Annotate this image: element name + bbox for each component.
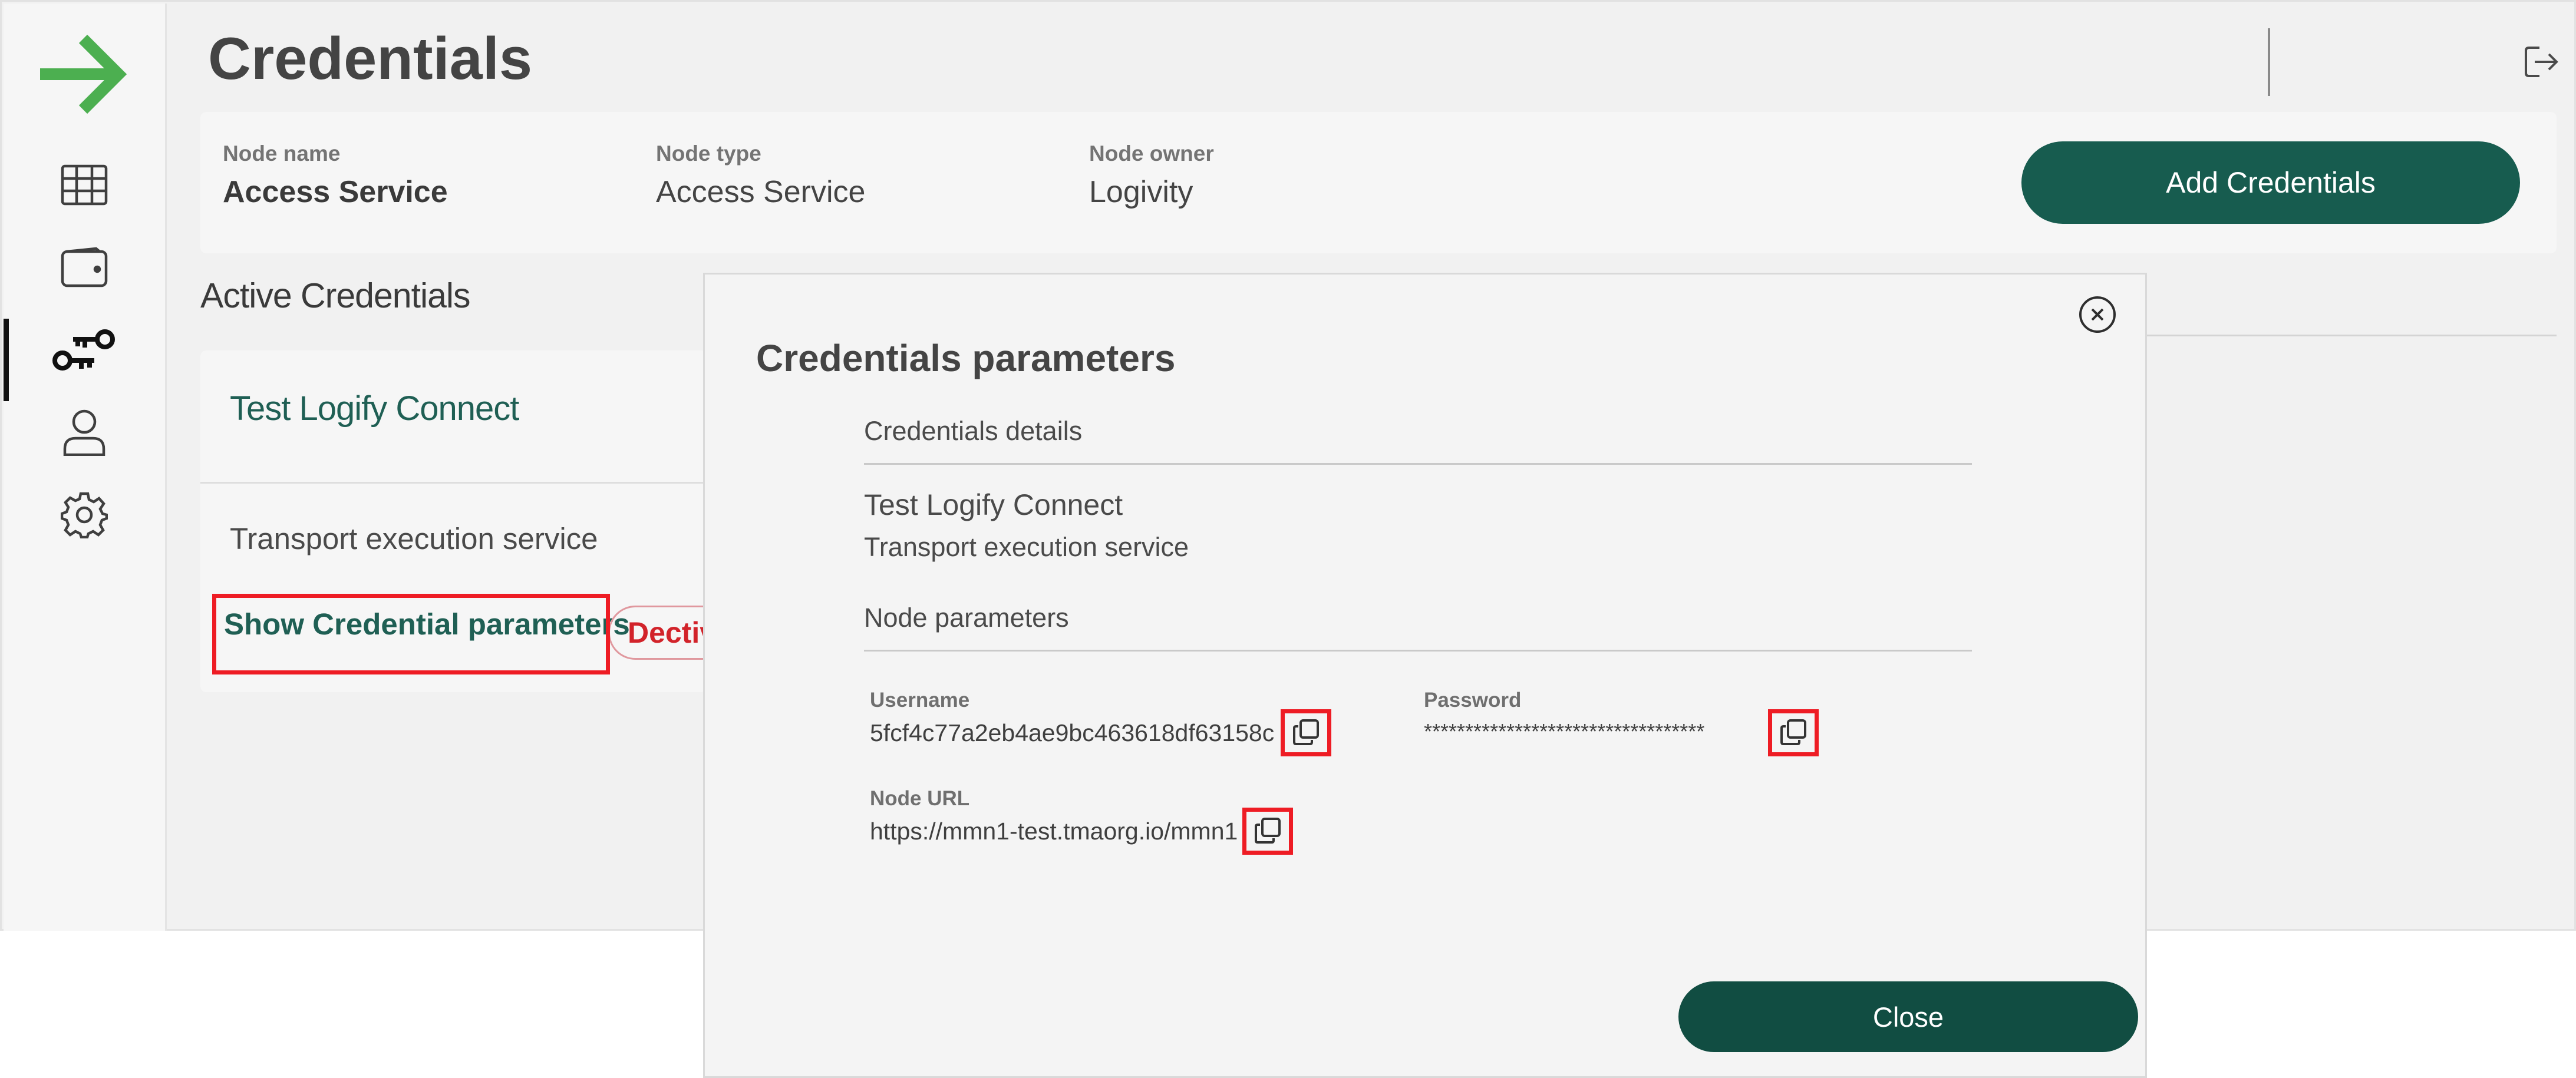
page-title: Credentials [208,26,533,92]
user-icon [62,409,106,459]
sidebar-item-wallet[interactable] [4,236,165,301]
copy-icon [1292,719,1320,748]
node-params-divider [864,650,1972,652]
section-divider [2123,335,2557,336]
node-owner-group: Node owner Logivity [1089,141,1214,210]
node-name-label: Node name [223,141,341,166]
node-type-group: Node type Access Service [656,141,865,210]
add-credentials-button[interactable]: Add Credentials [2021,141,2520,224]
details-divider [864,463,1972,465]
node-owner-value: Logivity [1089,175,1193,209]
highlight-box [212,594,610,674]
password-value: ********************************** [1424,719,1705,743]
card-divider [200,482,707,484]
credential-title: Test Logify Connect [230,389,519,428]
gear-icon [60,491,108,541]
copy-icon [1780,719,1807,748]
node-name-group: Node name Access Service [223,141,448,210]
header-divider [2268,28,2270,96]
node-url-value: https://mmn1-test.tmaorg.io/mmn1 [870,818,1238,845]
close-button[interactable]: Close [1678,981,2138,1052]
node-owner-label: Node owner [1089,141,1214,166]
node-parameters-heading: Node parameters [864,603,1069,633]
grid-icon [61,164,108,209]
node-type-value: Access Service [656,175,866,209]
active-credentials-title: Active Credentials [200,276,470,315]
modal-title: Credentials parameters [756,337,1176,379]
modal-credential-name: Test Logify Connect [864,488,1123,521]
sidebar-item-credentials[interactable] [4,319,165,401]
logo-arrow-icon [33,30,127,121]
node-name-value: Access Service [223,175,448,209]
copy-username-button[interactable] [1281,709,1331,756]
password-label: Password [1424,689,1522,712]
username-value: 5fcf4c77a2eb4ae9bc463618df63158c [870,719,1275,746]
node-url-label: Node URL [870,787,970,810]
username-label: Username [870,689,970,712]
modal-credential-service: Transport execution service [864,532,1189,562]
logout-icon[interactable] [2524,46,2559,81]
copy-password-button[interactable] [1768,709,1819,756]
sidebar-item-grid[interactable] [4,154,165,219]
copy-url-button[interactable] [1242,808,1293,855]
deactivate-button[interactable]: Dectiv [608,606,707,660]
node-info-card: Node name Access Service Node type Acces… [200,112,2557,253]
close-icon[interactable] [2078,295,2117,337]
sidebar-item-profile[interactable] [4,401,165,466]
sidebar [4,4,167,931]
sidebar-item-settings[interactable] [4,484,165,548]
node-type-label: Node type [656,141,761,166]
credentials-parameters-modal: Credentials parameters Credentials detai… [703,273,2147,1078]
keys-icon [52,326,117,376]
credentials-details-heading: Credentials details [864,416,1083,446]
credential-service: Transport execution service [230,522,598,555]
copy-icon [1254,817,1281,846]
wallet-icon [61,247,108,291]
